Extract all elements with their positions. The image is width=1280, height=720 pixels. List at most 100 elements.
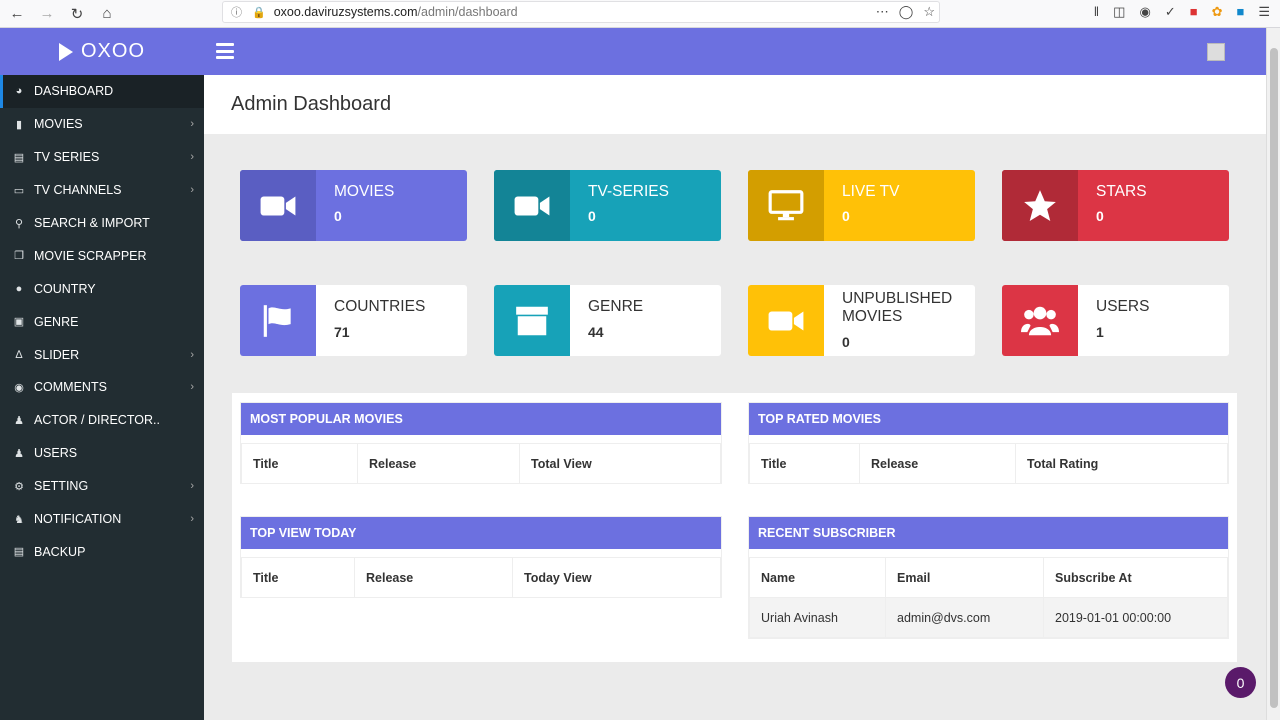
stat-label: GENRE xyxy=(588,298,644,315)
stat-value: 0 xyxy=(842,208,850,224)
stat-value: 44 xyxy=(588,324,604,340)
page-title: Admin Dashboard xyxy=(231,93,392,115)
sidebar-item-genre[interactable]: ▣ GENRE xyxy=(0,305,204,338)
bell-icon: ♞ xyxy=(14,513,24,526)
pocket-icon[interactable]: ◯ xyxy=(899,4,914,20)
page-scrollbar[interactable] xyxy=(1266,28,1280,720)
table-title: MOST POPULAR MOVIES xyxy=(241,403,721,435)
home-icon[interactable]: ⌂ xyxy=(94,3,120,25)
stat-card-tv-series[interactable]: TV-SERIES 0 xyxy=(494,170,721,241)
forward-icon[interactable]: → xyxy=(34,3,60,25)
sidebar-item-label: USERS xyxy=(34,446,78,461)
subscriber-date: 2019-01-01 00:00:00 xyxy=(1043,597,1228,638)
table-title: TOP RATED MOVIES xyxy=(749,403,1228,435)
column-header: Title xyxy=(749,443,860,484)
table-title: RECENT SUBSCRIBER xyxy=(749,517,1228,549)
insecure-lock-icon[interactable]: 🔒 xyxy=(252,6,266,19)
avatar[interactable] xyxy=(1207,43,1225,61)
chevron-right-icon: › xyxy=(190,348,194,361)
sliders-icon: ∆ xyxy=(15,348,23,361)
sidebar-item-users[interactable]: ♟ USERS xyxy=(0,437,204,470)
column-header: Total View xyxy=(519,443,721,484)
sidebar-item-setting[interactable]: ⚙ SETTING › xyxy=(0,470,204,503)
chevron-right-icon: › xyxy=(190,184,194,197)
sidebar-item-label: SLIDER xyxy=(34,347,80,362)
video-camera-icon xyxy=(748,285,824,356)
stat-value: 0 xyxy=(334,208,342,224)
sidebar-item-slider[interactable]: ∆ SLIDER › xyxy=(0,338,204,371)
copy-icon: ❐ xyxy=(14,250,24,263)
extension-icon[interactable]: ✓ xyxy=(1165,4,1176,20)
sidebar-item-country[interactable]: ● COUNTRY xyxy=(0,272,204,305)
browser-toolbar: ← → ↻ ⌂ ⓘ 🔒 oxoo.daviruzsystems.com/admi… xyxy=(0,0,1280,28)
column-header: Subscribe At xyxy=(1043,557,1228,598)
video-camera-icon xyxy=(240,170,316,241)
play-logo-icon xyxy=(58,42,73,61)
stat-card-stars[interactable]: STARS 0 xyxy=(1002,170,1229,241)
extension-icon[interactable]: ✿ xyxy=(1212,4,1223,20)
stat-card-movies[interactable]: MOVIES 0 xyxy=(240,170,467,241)
subscriber-email: admin@dvs.com xyxy=(885,597,1044,638)
desktop-icon: ▭ xyxy=(13,184,25,197)
column-header: Release xyxy=(357,443,520,484)
sidebar-item-label: TV CHANNELS xyxy=(34,183,122,198)
notification-count-button[interactable]: 0 xyxy=(1225,667,1256,698)
app-logo[interactable]: OXOO xyxy=(0,28,204,75)
menu-icon[interactable]: ☰ xyxy=(1258,4,1270,20)
sidebar-item-tv-series[interactable]: ▤ TV SERIES › xyxy=(0,141,204,174)
chevron-right-icon: › xyxy=(190,513,194,526)
stat-label: MOVIES xyxy=(334,183,395,200)
sidebar-item-search-import[interactable]: ⚲ SEARCH & IMPORT xyxy=(0,207,204,240)
back-icon[interactable]: ← xyxy=(4,3,30,25)
reload-icon[interactable]: ↻ xyxy=(64,3,90,25)
stat-value: 71 xyxy=(334,324,350,340)
extension-icon[interactable]: ■ xyxy=(1190,4,1198,20)
chevron-right-icon: › xyxy=(190,118,194,131)
user-icon: ♟ xyxy=(14,447,24,460)
sidebar-item-comments[interactable]: ◉ COMMENTS › xyxy=(0,371,204,404)
more-icon[interactable]: ⋯ xyxy=(876,4,889,20)
archive-icon: ▣ xyxy=(13,316,25,329)
globe-icon: ● xyxy=(15,282,23,295)
library-icon[interactable]: ‖ xyxy=(1094,4,1099,20)
sidebar-icon[interactable]: ◫ xyxy=(1113,4,1125,20)
sidebar-item-notification[interactable]: ♞ NOTIFICATION › xyxy=(0,503,204,536)
sidebar-item-tv-channels[interactable]: ▭ TV CHANNELS › xyxy=(0,174,204,207)
column-header: Title xyxy=(241,443,358,484)
sidebar-item-actor-director[interactable]: ♟ ACTOR / DIRECTOR.. xyxy=(0,404,204,437)
column-header: Total Rating xyxy=(1015,443,1228,484)
bookmark-star-icon[interactable]: ☆ xyxy=(923,4,935,20)
app-header: OXOO xyxy=(0,28,1266,75)
sidebar-toggle-icon[interactable] xyxy=(216,43,234,59)
info-icon[interactable]: ⓘ xyxy=(231,4,242,20)
sidebar-item-label: GENRE xyxy=(34,314,79,329)
scrollbar-thumb[interactable] xyxy=(1270,48,1278,708)
url-host: oxoo.daviruzsystems.com xyxy=(273,5,418,19)
sidebar-item-movie-scrapper[interactable]: ❐ MOVIE SCRAPPER xyxy=(0,239,204,272)
extension-icon[interactable]: ■ xyxy=(1236,4,1244,20)
sidebar-item-movies[interactable]: ▮ MOVIES › xyxy=(0,108,204,141)
account-icon[interactable]: ◉ xyxy=(1139,4,1150,20)
database-icon: ▤ xyxy=(13,546,25,559)
sidebar-item-dashboard[interactable]: ◕ DASHBOARD xyxy=(0,75,204,108)
sidebar-item-label: COUNTRY xyxy=(34,281,96,296)
chevron-right-icon: › xyxy=(190,151,194,164)
logo-text: OXOO xyxy=(80,40,145,62)
video-camera-icon xyxy=(494,170,570,241)
users-icon xyxy=(1002,285,1078,356)
stat-card-unpublished-movies[interactable]: UNPUBLISHED MOVIES 0 xyxy=(748,285,975,356)
stat-card-live-tv[interactable]: LIVE TV 0 xyxy=(748,170,975,241)
stat-label: STARS xyxy=(1096,183,1147,200)
stat-card-users[interactable]: USERS 1 xyxy=(1002,285,1229,356)
sidebar: ◕ DASHBOARD ▮ MOVIES › ▤ TV SERIES › ▭ TV CHANNEL… xyxy=(0,75,204,720)
table-title: TOP VIEW TODAY xyxy=(241,517,721,549)
stat-value: 0 xyxy=(588,208,596,224)
stat-card-genre[interactable]: GENRE 44 xyxy=(494,285,721,356)
sidebar-item-backup[interactable]: ▤ BACKUP xyxy=(0,535,204,568)
address-bar[interactable]: ⓘ 🔒 oxoo.daviruzsystems.com/admin/dashbo… xyxy=(222,1,940,23)
flag-icon xyxy=(240,285,316,356)
chevron-right-icon: › xyxy=(190,381,194,394)
sidebar-item-label: NOTIFICATION xyxy=(34,512,122,527)
url-path: /admin/dashboard xyxy=(417,5,518,19)
stat-card-countries[interactable]: COUNTRIES 71 xyxy=(240,285,467,356)
